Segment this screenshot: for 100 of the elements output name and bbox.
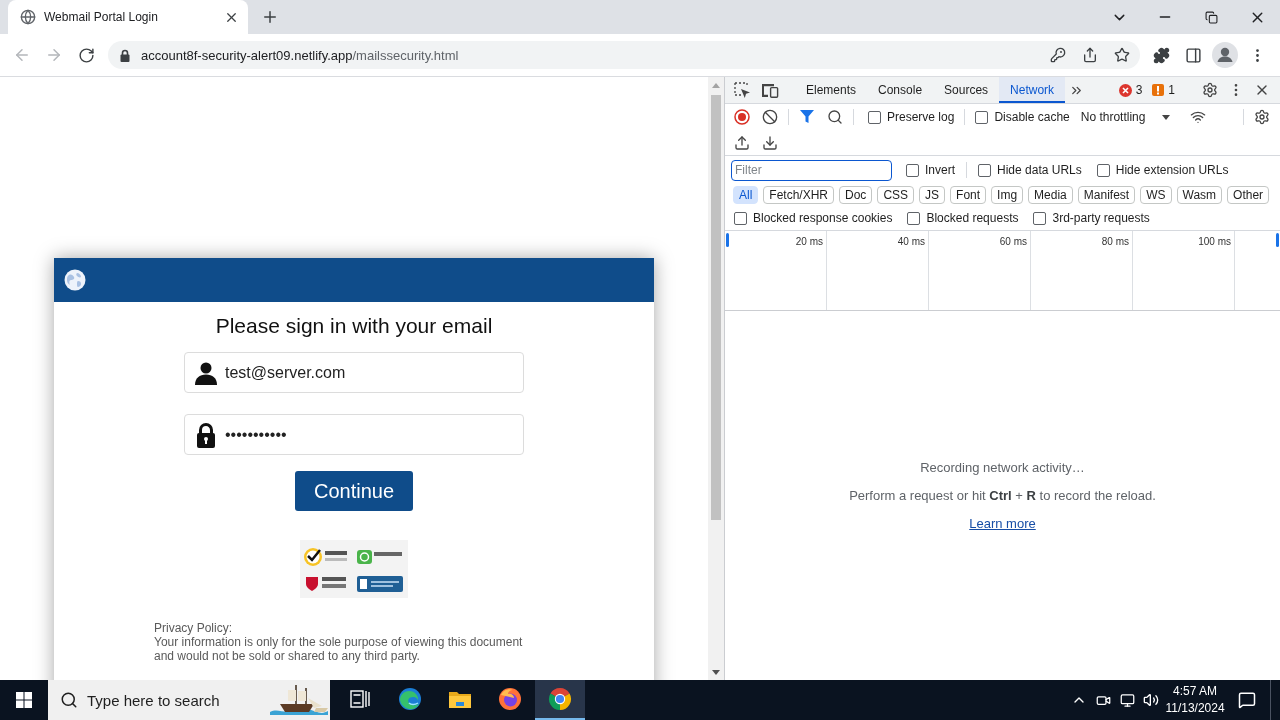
firefox-icon (498, 687, 522, 711)
tick-label: 60 ms (999, 236, 1027, 247)
privacy-policy-text: Your information is only for the sole purpose of viewing this document and would not be sold or shared to any third party. (154, 635, 523, 663)
type-filter-button[interactable]: Wasm (1176, 186, 1223, 204)
ship-illustration (268, 682, 330, 718)
funnel-icon[interactable] (800, 110, 814, 124)
tick-label: 100 ms (1198, 236, 1231, 247)
type-filter-button[interactable]: CSS (877, 186, 915, 204)
checkbox[interactable] (868, 110, 881, 124)
warning-counter[interactable]: 1 (1147, 83, 1180, 97)
download-icon[interactable] (762, 134, 778, 151)
sign-in-heading: Please sign in with your email (215, 314, 493, 338)
start-icon[interactable] (16, 692, 32, 708)
search-icon (60, 691, 78, 709)
scrollbar[interactable] (708, 77, 724, 680)
plus-icon[interactable] (261, 8, 279, 26)
address-bar[interactable]: account8f-security-alert09.netlify.app/mailssecurity.html (108, 41, 1140, 69)
search-icon[interactable] (827, 109, 843, 125)
checkbox[interactable] (1096, 163, 1110, 177)
lock-icon (196, 421, 216, 448)
type-filter-button[interactable]: WS (1140, 186, 1172, 204)
checkbox[interactable] (1033, 211, 1047, 225)
type-filter-button[interactable]: Doc (839, 186, 873, 204)
upload-icon[interactable] (734, 134, 750, 151)
error-icon (1118, 83, 1132, 97)
tick-label: 20 ms (795, 236, 823, 247)
error-counter[interactable]: 3 (1113, 83, 1148, 97)
checkbox[interactable] (907, 211, 921, 225)
key-icon[interactable] (1050, 47, 1066, 63)
clock-date[interactable]: 11/13/2024 (1165, 700, 1225, 717)
devices-icon[interactable] (761, 82, 779, 98)
type-filter-button[interactable]: Img (991, 186, 1024, 204)
type-filter-button[interactable]: All (733, 186, 759, 204)
password-field[interactable]: ••••••••••• (184, 414, 524, 455)
settings-icon[interactable] (1202, 82, 1218, 98)
checkbox-label[interactable]: Hide extension URLs (1115, 163, 1229, 177)
type-filter-button[interactable]: Font (950, 186, 987, 204)
puzzle-icon[interactable] (1152, 46, 1170, 64)
email-field[interactable]: test@server.com (184, 352, 524, 393)
type-filter-button[interactable]: Fetch/XHR (763, 186, 835, 204)
hint-text: Perform a request or hit Ctrl + R to record the reload. (849, 486, 1156, 505)
throttling-select[interactable]: No throttling (1080, 110, 1171, 124)
record-icon[interactable] (734, 109, 750, 125)
edge-icon (398, 687, 422, 711)
type-filter-button[interactable]: Media (1028, 186, 1073, 204)
folder-icon (448, 689, 472, 709)
type-filter-button[interactable]: JS (919, 186, 946, 204)
range-handle[interactable] (726, 233, 729, 247)
share-icon[interactable] (1082, 47, 1098, 63)
continue-button[interactable]: Continue (295, 471, 413, 511)
reload-icon[interactable] (77, 46, 95, 64)
checkbox[interactable] (734, 211, 747, 225)
scrollbar-thumb[interactable] (711, 95, 721, 520)
network-icon[interactable] (1119, 692, 1135, 708)
tick-label: 80 ms (1101, 236, 1129, 247)
learn-more-link[interactable]: Learn more (969, 514, 1036, 533)
checkbox-label[interactable]: Blocked requests (926, 211, 1019, 225)
checkbox-label[interactable]: Blocked response cookies (753, 211, 893, 225)
restore-icon[interactable] (1204, 10, 1218, 24)
checkbox-label[interactable]: Invert (925, 163, 955, 177)
taskbar-button[interactable] (535, 680, 585, 720)
type-filter-button[interactable]: Manifest (1077, 186, 1136, 204)
range-handle[interactable] (1276, 233, 1279, 247)
star-icon[interactable] (1114, 47, 1130, 63)
notification-icon[interactable] (1238, 691, 1256, 709)
checkbox[interactable] (975, 110, 989, 124)
profile-icon[interactable] (1212, 42, 1238, 68)
side-panel-icon[interactable] (1184, 46, 1202, 64)
warning-icon (1152, 84, 1165, 96)
checkbox-label[interactable]: Hide data URLs (997, 163, 1082, 177)
status-text: Recording network activity… (920, 458, 1085, 477)
clear-icon[interactable] (762, 109, 778, 125)
filter-input[interactable]: Filter (731, 159, 892, 181)
taskbar-search-field[interactable]: Type here to search (48, 680, 330, 720)
caret-icon (1162, 114, 1171, 120)
clock-time[interactable]: 4:57 AM (1173, 683, 1217, 700)
devtools-tab[interactable]: Elements (795, 77, 868, 103)
privacy-policy-title: Privacy Policy: (154, 621, 234, 635)
lock-icon[interactable] (120, 48, 130, 62)
inspect-icon[interactable] (733, 81, 751, 99)
devtools-tab[interactable]: Console (867, 77, 934, 103)
task-view-icon (350, 690, 370, 708)
person-icon (194, 360, 218, 385)
type-filter-button[interactable]: Other (1227, 186, 1270, 204)
wifi-icon[interactable] (1190, 109, 1207, 125)
checkbox-label[interactable]: Disable cache (994, 110, 1070, 124)
globe-icon (20, 9, 36, 25)
volume-icon[interactable] (1143, 692, 1159, 708)
browser-tab[interactable]: Webmail Portal Login (8, 0, 248, 34)
down-arrow-icon[interactable] (712, 669, 720, 675)
devtools-tab[interactable]: Network (999, 77, 1066, 103)
checkbox-label[interactable]: Preserve log (887, 110, 955, 124)
checkbox[interactable] (906, 163, 919, 177)
chrome-icon (548, 687, 572, 711)
settings-icon[interactable] (1254, 109, 1270, 125)
globe-icon (64, 269, 86, 291)
tick-label: 40 ms (897, 236, 925, 247)
checkbox[interactable] (978, 163, 991, 177)
devtools-tab[interactable]: Sources (933, 77, 1000, 103)
checkbox-label[interactable]: 3rd-party requests (1052, 211, 1150, 225)
